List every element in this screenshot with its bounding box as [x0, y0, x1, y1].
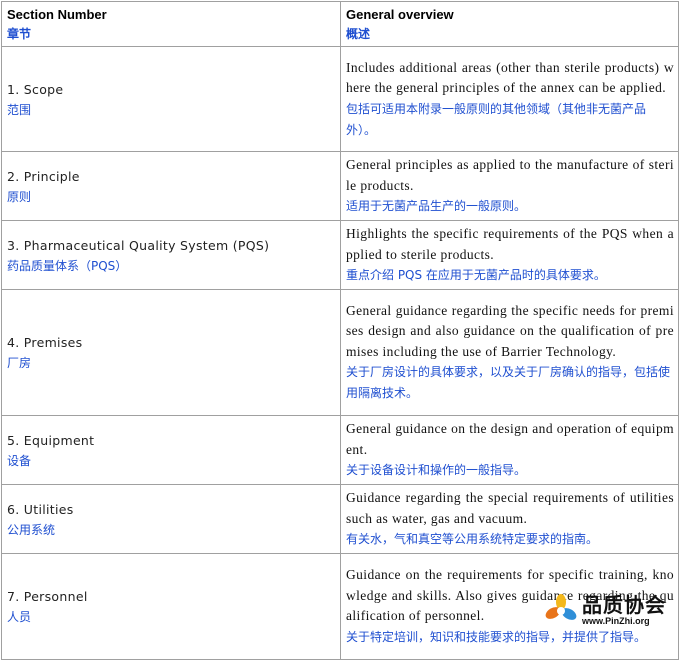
section-number: 4. Premises	[7, 335, 83, 350]
table-row: 3. Pharmaceutical Quality System (PQS) 药品…	[1, 220, 679, 290]
section-number-zh: 药品质量体系（PQS）	[7, 258, 128, 273]
section-number: 1. Scope	[7, 81, 64, 97]
overview-text: General guidance regarding the specific …	[346, 302, 674, 359]
overview-text-zh: 有关水，气和真空等公用系统特定要求的指南。	[346, 532, 599, 546]
section-cell: 5. Equipment 设备	[1, 415, 341, 485]
header-cell-section: Section Number 章节	[1, 1, 341, 47]
overview-text-zh: 关于厂房设计的具体要求，以及关于厂房确认的指导，包括使用隔离技术。	[346, 365, 671, 401]
table-row: 5. Equipment 设备 General guidance on the de…	[1, 415, 679, 485]
overview-text: Includes additional areas (other than st…	[346, 59, 674, 96]
flower-logo-icon	[544, 593, 578, 627]
section-number: 6. Utilities	[7, 501, 74, 517]
table-row: 4. Premises 厂房 General guidance regarding …	[1, 289, 679, 416]
overview-cell: General guidance regarding the specific …	[340, 289, 679, 416]
overview-text: Guidance regarding the special requireme…	[346, 490, 674, 526]
section-number-zh: 公用系统	[7, 522, 56, 537]
table-row: 6. Utilities 公用系统 Guidance regarding the s…	[1, 484, 679, 554]
overview-text-zh: 重点介绍 PQS 在应用于无菌产品时的具体要求。	[346, 268, 606, 282]
overview-text-zh: 包括可适用本附录一般原则的其他领域（其他非无菌产品外）。	[346, 101, 647, 137]
overview-cell: General principles as applied to the man…	[340, 151, 679, 221]
overview-text-zh: 适用于无菌产品生产的一般原则。	[346, 199, 527, 213]
section-number: 3. Pharmaceutical Quality System (PQS)	[7, 237, 270, 253]
section-number-zh: 设备	[7, 453, 32, 468]
header-general-overview-zh: 概述	[346, 27, 371, 41]
section-number-zh: 厂房	[7, 356, 32, 370]
overview-table: Section Number 章节 General overview 概述 1.…	[1, 1, 679, 660]
overview-text: General guidance on the design and opera…	[346, 421, 674, 457]
section-cell: 1. Scope 范围	[1, 46, 341, 152]
section-number-zh: 原则	[7, 189, 32, 204]
section-cell: 6. Utilities 公用系统	[1, 484, 341, 554]
section-number: 7. Personnel	[7, 589, 88, 604]
header-section-number: Section Number	[7, 7, 107, 22]
table-header-row: Section Number 章节 General overview 概述	[1, 1, 679, 47]
overview-text: General principles as applied to the man…	[346, 157, 674, 193]
section-number-zh: 范围	[7, 102, 32, 117]
table-body: 1. Scope 范围 Includes additional areas (oth…	[1, 46, 679, 660]
section-number: 5. Equipment	[7, 432, 95, 448]
header-general-overview: General overview	[346, 7, 454, 22]
header-cell-overview: General overview 概述	[340, 1, 679, 47]
section-cell: 3. Pharmaceutical Quality System (PQS) 药品…	[1, 220, 341, 290]
table-row: 2. Principle 原则 General principles as appl…	[1, 151, 679, 221]
overview-cell: Includes additional areas (other than st…	[340, 46, 679, 152]
section-cell: 7. Personnel 人员	[1, 553, 341, 660]
section-cell: 4. Premises 厂房	[1, 289, 341, 416]
section-cell: 2. Principle 原则	[1, 151, 341, 221]
table-row: 1. Scope 范围 Includes additional areas (oth…	[1, 46, 679, 152]
section-number: 2. Principle	[7, 168, 80, 184]
logo-url: www.PinZhi.org	[582, 616, 650, 626]
overview-cell: Highlights the specific requirements of …	[340, 220, 679, 290]
overview-text-zh: 关于设备设计和操作的一般指导。	[346, 463, 527, 477]
pinzhi-watermark-logo: 品质协会 www.PinZhi.org	[544, 587, 672, 633]
header-section-number-zh: 章节	[7, 27, 32, 41]
overview-cell: General guidance on the design and opera…	[340, 415, 679, 485]
logo-name: 品质协会	[582, 593, 666, 617]
overview-cell: Guidance regarding the special requireme…	[340, 484, 679, 554]
section-number-zh: 人员	[7, 610, 32, 624]
overview-text: Highlights the specific requirements of …	[346, 226, 674, 262]
logo-text: 品质协会 www.PinZhi.org	[582, 594, 666, 626]
